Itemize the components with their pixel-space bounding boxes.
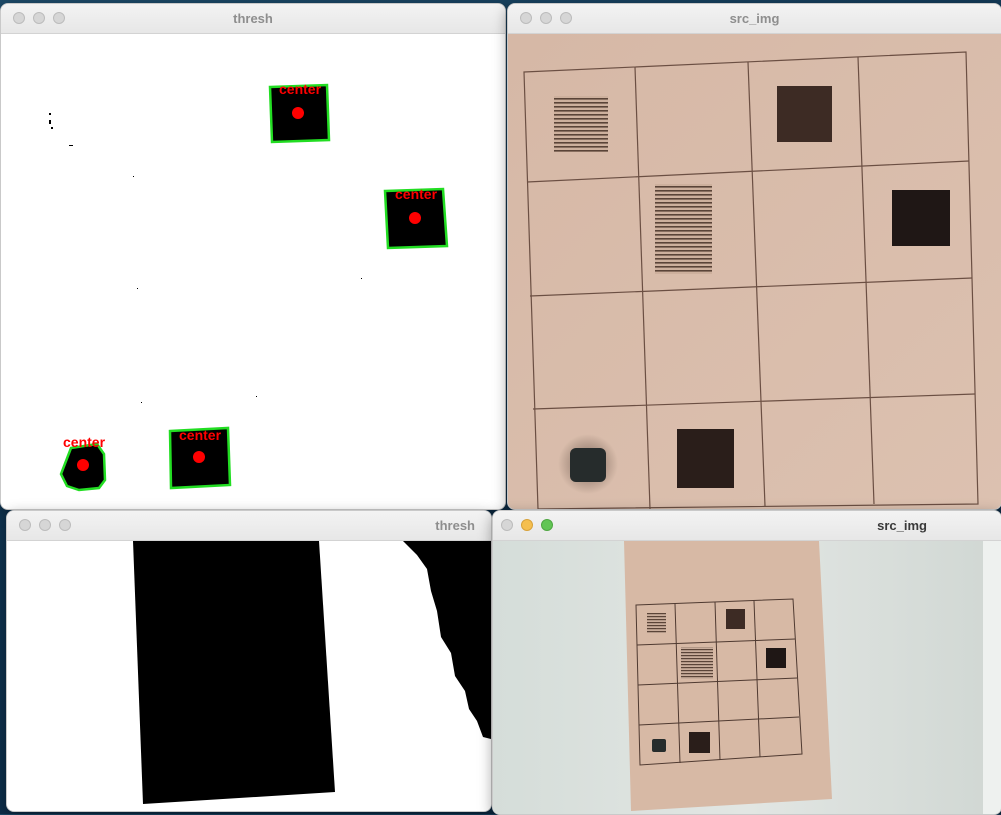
title-bar[interactable]: src_img [493, 511, 1001, 541]
detected-blob: center [383, 186, 449, 250]
detected-blob: center [59, 434, 107, 492]
threshold-region [403, 541, 491, 739]
src-img-window-bottom[interactable]: src_img [492, 510, 1001, 815]
source-image [493, 541, 1001, 814]
source-image [508, 34, 1001, 509]
center-label: center [395, 186, 438, 202]
center-label: center [279, 81, 322, 97]
src-img-window-top[interactable]: src_img [507, 3, 1001, 510]
window-controls [19, 519, 71, 531]
close-icon[interactable] [501, 519, 513, 531]
detected-blob: center [268, 81, 331, 144]
thresh-image [7, 541, 491, 811]
title-bar[interactable]: src_img [508, 4, 1001, 34]
thresh-window-bottom[interactable]: thresh [6, 510, 492, 812]
zoom-icon[interactable] [541, 519, 553, 531]
minimize-icon[interactable] [39, 519, 51, 531]
thresh-window-top[interactable]: thresh center center center center [0, 3, 506, 510]
title-bar[interactable]: thresh [1, 4, 505, 34]
title-bar[interactable]: thresh [7, 511, 491, 541]
close-icon[interactable] [19, 519, 31, 531]
center-label: center [63, 434, 106, 450]
window-title: thresh [435, 518, 475, 533]
threshold-region [133, 541, 335, 804]
zoom-icon[interactable] [59, 519, 71, 531]
window-title: thresh [233, 11, 273, 26]
minimize-icon[interactable] [521, 519, 533, 531]
thresh-image: center center center center [1, 34, 505, 509]
window-title: src_img [877, 518, 927, 533]
window-controls [501, 519, 553, 531]
window-title: src_img [729, 11, 780, 26]
detected-blob: center [168, 426, 232, 490]
center-label: center [179, 427, 222, 443]
paper-sheet [624, 541, 832, 811]
noise-specks [49, 113, 362, 403]
